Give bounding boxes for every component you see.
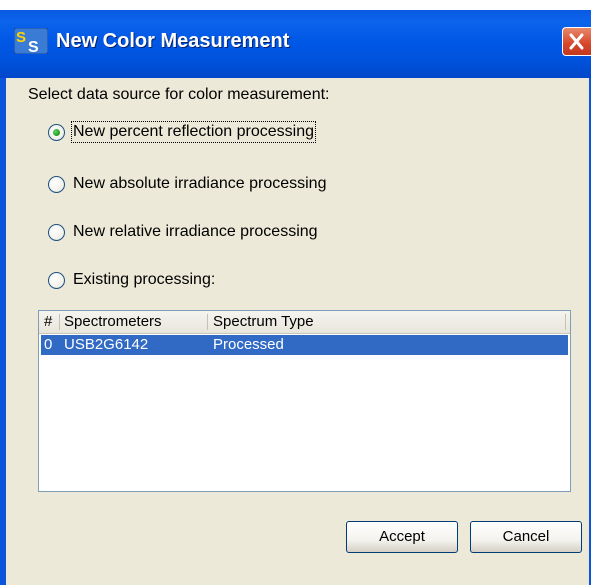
option-label: Existing processing: [73,271,216,288]
app-logo-text-1: S [16,29,26,46]
radio-button[interactable] [48,223,65,241]
cancel-button[interactable]: Cancel [470,521,582,553]
window-title: New Color Measurement [56,30,290,52]
option-percent-reflection[interactable]: New percent reflection processing [48,120,317,144]
column-divider[interactable] [207,314,208,330]
close-icon [569,33,584,50]
column-divider[interactable] [565,314,566,330]
window-frame-left [0,78,6,585]
cell-spectrum-type: Processed [213,336,284,353]
screen-margin-top [0,0,591,10]
cell-index: 0 [44,336,53,353]
accept-button[interactable]: Accept [346,521,458,553]
source-prompt-label: Select data source for color measurement… [28,86,330,103]
option-absolute-irradiance[interactable]: New absolute irradiance processing [48,172,326,196]
cell-spectrometer: USB2G6142 [64,336,149,353]
app-logo-icon: S S [14,28,48,54]
option-label: New relative irradiance processing [73,223,318,240]
close-button[interactable] [562,27,591,56]
processing-table[interactable]: # Spectrometers Spectrum Type 0 USB2G614… [38,310,571,492]
app-logo-text-2: S [28,39,39,54]
radio-button[interactable] [48,271,65,289]
table-row-selected[interactable]: 0 USB2G6142 Processed [41,335,568,355]
option-label: New percent reflection processing [70,121,317,143]
dialog-window: S S New Color Measurement Select data so… [0,0,591,585]
column-header-index[interactable]: # [44,311,52,333]
column-header-spectrum-type[interactable]: Spectrum Type [213,311,314,333]
column-divider[interactable] [59,314,60,330]
radio-button[interactable] [48,175,65,193]
table-header: # Spectrometers Spectrum Type [39,311,570,334]
title-bar[interactable]: S S New Color Measurement [0,10,591,78]
option-label: New absolute irradiance processing [73,175,327,192]
radio-button-checked[interactable] [48,123,65,141]
column-header-spectrometers[interactable]: Spectrometers [64,311,162,333]
option-relative-irradiance[interactable]: New relative irradiance processing [48,220,318,244]
option-existing-processing[interactable]: Existing processing: [48,268,215,292]
